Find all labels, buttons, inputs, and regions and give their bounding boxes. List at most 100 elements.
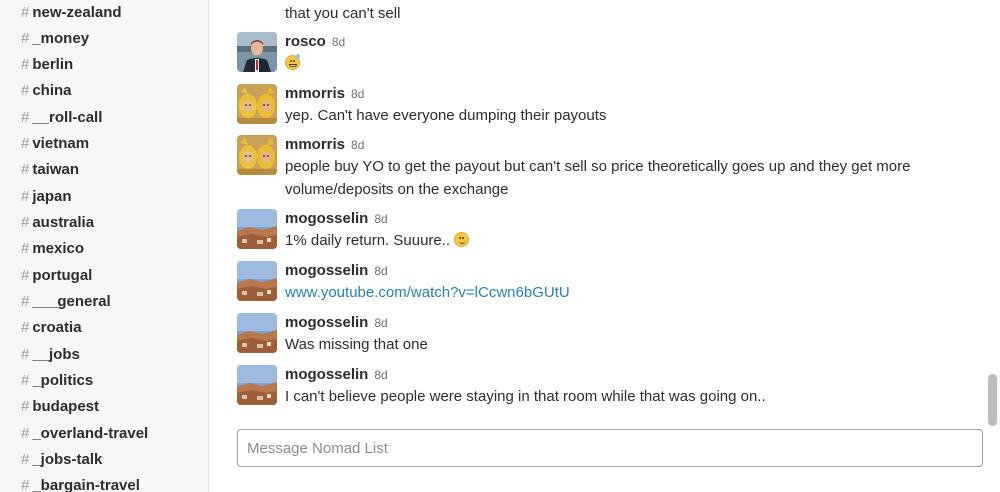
hash-icon: # <box>21 30 30 47</box>
channel-name: australia <box>32 214 95 231</box>
channel-name: berlin <box>32 56 74 73</box>
message-text-content: 1% daily return. Suuure.. <box>285 232 455 249</box>
message-text: 1% daily return. Suuure.. <box>285 230 945 253</box>
author-name[interactable]: mogosselin <box>285 210 368 227</box>
hash-icon: # <box>21 109 30 126</box>
sidebar-item-jobs-talk[interactable]: # _jobs-talk <box>21 449 102 471</box>
author-name[interactable]: mogosselin <box>285 262 368 279</box>
hash-icon: # <box>21 267 30 284</box>
channel-name: portugal <box>32 267 93 284</box>
sidebar-item-japan[interactable]: # japan <box>21 186 72 208</box>
channel-name: new-zealand <box>32 4 122 21</box>
timestamp[interactable]: 8d <box>332 35 345 49</box>
scrollbar-thumb[interactable] <box>988 374 997 426</box>
sidebar-item-mexico[interactable]: # mexico <box>21 238 84 260</box>
timestamp[interactable]: 8d <box>374 368 387 382</box>
hash-icon: # <box>21 188 30 205</box>
avatar[interactable] <box>237 365 277 405</box>
hash-icon: # <box>21 135 30 152</box>
hash-icon: # <box>21 319 30 336</box>
message-text: I can't believe people were staying in t… <box>285 388 766 405</box>
avatar-mmorris-icon <box>237 135 277 175</box>
hash-icon: # <box>21 293 30 310</box>
hash-icon: # <box>21 82 30 99</box>
hash-icon: # <box>21 214 30 231</box>
hash-icon: # <box>21 346 30 363</box>
channel-name: taiwan <box>32 161 80 178</box>
hash-icon: # <box>21 56 30 73</box>
avatar-mmorris-icon <box>237 84 277 124</box>
sidebar-item-bargain-travel[interactable]: # _bargain-travel <box>21 475 140 492</box>
hash-icon: # <box>21 425 30 442</box>
author-name[interactable]: mogosselin <box>285 314 368 331</box>
message-text: yep. Can't have everyone dumping their p… <box>285 107 607 124</box>
sweat-smile-icon <box>285 54 300 70</box>
message-composer <box>237 429 983 467</box>
channel-name: _politics <box>32 372 94 389</box>
message-text <box>285 53 945 76</box>
message-input[interactable] <box>238 430 982 466</box>
hash-icon: # <box>21 398 30 415</box>
sidebar-item-australia[interactable]: # australia <box>21 212 94 234</box>
hash-icon: # <box>21 4 30 21</box>
hash-icon: # <box>21 372 30 389</box>
channel-name: _jobs-talk <box>32 451 103 468</box>
sidebar-item-general[interactable]: # ___general <box>21 291 111 313</box>
avatar-mogosselin-icon <box>237 209 277 249</box>
avatar[interactable] <box>237 32 277 72</box>
avatar[interactable] <box>237 313 277 353</box>
timestamp[interactable]: 8d <box>374 316 387 330</box>
avatar-rosco-icon <box>237 32 277 72</box>
message-text: www.youtube.com/watch?v=lCcwn6bGUtU <box>285 282 945 305</box>
avatar[interactable] <box>237 135 277 175</box>
channel-name: _bargain-travel <box>32 477 140 492</box>
timestamp[interactable]: 8d <box>374 264 387 278</box>
smile-icon <box>454 232 470 247</box>
channel-name: _overland-travel <box>32 425 149 442</box>
author-name[interactable]: mmorris <box>285 136 345 153</box>
channel-name: ___general <box>32 293 111 310</box>
channel-name: _money <box>32 30 90 47</box>
hash-icon: # <box>21 451 30 468</box>
avatar[interactable] <box>237 84 277 124</box>
author-name[interactable]: mmorris <box>285 85 345 102</box>
sidebar-item-budapest[interactable]: # budapest <box>21 396 99 418</box>
avatar-mogosselin-icon <box>237 261 277 301</box>
sidebar-item-berlin[interactable]: # berlin <box>21 54 73 76</box>
sidebar-item-portugal[interactable]: # portugal <box>21 265 92 287</box>
hash-icon: # <box>21 161 30 178</box>
avatar[interactable] <box>237 261 277 301</box>
channel-name: mexico <box>32 240 85 257</box>
sidebar-item-jobs[interactable]: # __jobs <box>21 344 80 366</box>
timestamp[interactable]: 8d <box>374 212 387 226</box>
sidebar-item-money[interactable]: # _money <box>21 28 89 50</box>
message-continuation: that you can't sell <box>285 5 401 22</box>
message-pane: that you can't sell rosco 8d mmorris 8d … <box>221 0 1000 492</box>
sidebar-item-taiwan[interactable]: # taiwan <box>21 159 79 181</box>
avatar-mogosselin-icon <box>237 313 277 353</box>
message-text: Was missing that one <box>285 336 428 353</box>
message-scrollbar[interactable] <box>987 0 999 492</box>
channel-name: croatia <box>32 319 82 336</box>
sidebar-item-vietnam[interactable]: # vietnam <box>21 133 89 155</box>
sidebar-item-politics[interactable]: # _politics <box>21 370 93 392</box>
avatar[interactable] <box>237 209 277 249</box>
sidebar-item-roll-call[interactable]: # __roll-call <box>21 107 102 129</box>
sidebar-item-china[interactable]: # china <box>21 80 72 102</box>
timestamp[interactable]: 8d <box>351 87 364 101</box>
channel-sidebar: # new-zealand # _money # berlin # china # __r… <box>0 0 209 492</box>
message-text: people buy YO to get the payout but can'… <box>285 158 911 198</box>
hash-icon: # <box>21 477 30 492</box>
avatar-mogosselin-icon <box>237 365 277 405</box>
channel-name: vietnam <box>32 135 90 152</box>
sidebar-item-croatia[interactable]: # croatia <box>21 317 82 339</box>
youtube-link[interactable]: www.youtube.com/watch?v=lCcwn6bGUtU <box>285 284 570 301</box>
channel-name: china <box>32 82 72 99</box>
timestamp[interactable]: 8d <box>351 138 364 152</box>
channel-name: __roll-call <box>32 109 103 126</box>
sidebar-item-overland-travel[interactable]: # _overland-travel <box>21 423 148 445</box>
author-name[interactable]: rosco <box>285 33 326 50</box>
channel-name: __jobs <box>32 346 80 363</box>
author-name[interactable]: mogosselin <box>285 366 368 383</box>
sidebar-item-new-zealand[interactable]: # new-zealand <box>21 2 122 24</box>
